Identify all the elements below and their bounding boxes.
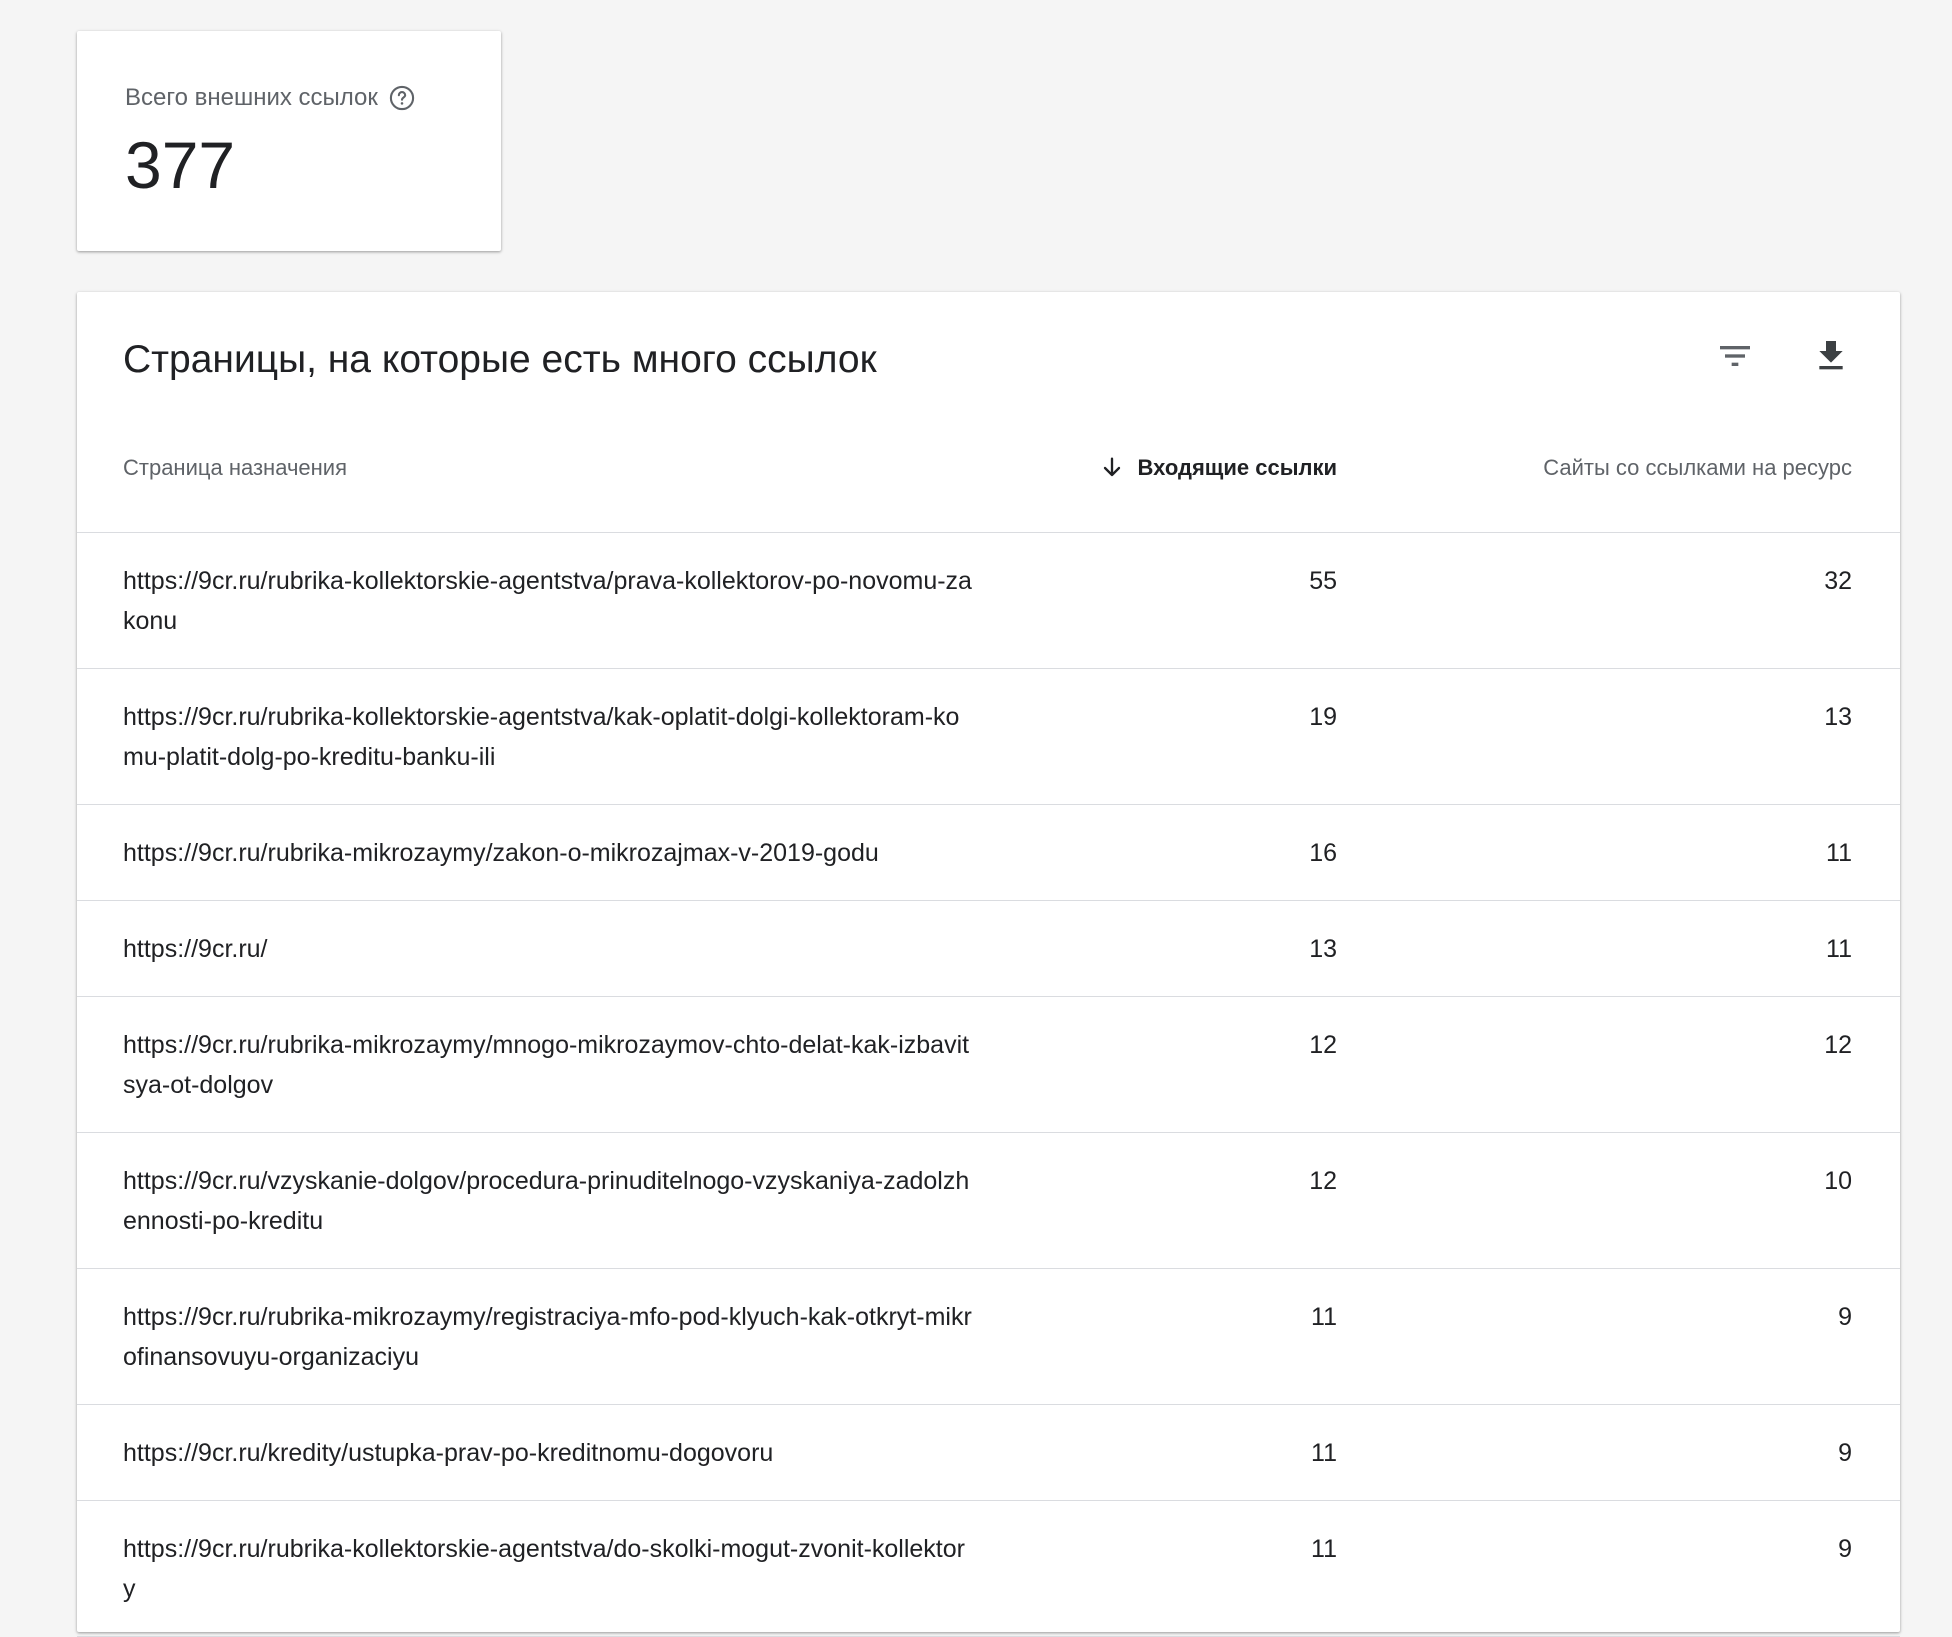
stat-label: Всего внешних ссылок	[125, 84, 378, 111]
row-linking-sites: 10	[1824, 1167, 1852, 1195]
table-row[interactable]: https://9cr.ru/ 13 11	[77, 901, 1900, 997]
row-url: https://9cr.ru/rubrika-mikrozaymy/regist…	[123, 1303, 972, 1371]
row-inbound-links: 55	[1309, 567, 1337, 595]
table-row[interactable]: https://9cr.ru/rubrika-kollektorskie-age…	[77, 1501, 1900, 1637]
table-row[interactable]: https://9cr.ru/rubrika-kollektorskie-age…	[77, 669, 1900, 805]
card-title: Страницы, на которые есть много ссылок	[123, 338, 877, 381]
row-linking-sites: 12	[1824, 1031, 1852, 1059]
row-url: https://9cr.ru/vzyskanie-dolgov/procedur…	[123, 1167, 970, 1235]
table-row[interactable]: https://9cr.ru/rubrika-mikrozaymy/zakon-…	[77, 805, 1900, 901]
row-url: https://9cr.ru/rubrika-kollektorskie-age…	[123, 567, 972, 635]
row-inbound-links: 19	[1309, 703, 1337, 731]
row-linking-sites: 32	[1824, 567, 1852, 595]
filter-icon	[1715, 336, 1755, 376]
row-inbound-links: 16	[1309, 839, 1337, 867]
column-header-inbound-links[interactable]: Входящие ссылки	[1098, 452, 1337, 484]
column-header-inbound-label: Входящие ссылки	[1137, 455, 1337, 480]
table-row[interactable]: https://9cr.ru/rubrika-mikrozaymy/regist…	[77, 1269, 1900, 1405]
row-linking-sites: 9	[1838, 1439, 1852, 1467]
row-url: https://9cr.ru/kredity/ustupka-prav-po-k…	[123, 1439, 774, 1467]
total-external-links-card: Всего внешних ссылок 377	[77, 31, 501, 251]
column-header-page[interactable]: Страница назначения	[123, 452, 347, 484]
help-icon[interactable]	[388, 84, 416, 112]
stat-label-row: Всего внешних ссылок	[125, 81, 501, 115]
row-url: https://9cr.ru/rubrika-mikrozaymy/zakon-…	[123, 839, 879, 867]
row-inbound-links: 11	[1311, 1439, 1337, 1467]
top-linked-pages-card: Страницы, на которые есть много ссылок С…	[77, 292, 1900, 1637]
row-inbound-links: 11	[1311, 1535, 1337, 1563]
stat-value: 377	[125, 128, 236, 202]
download-icon	[1811, 336, 1851, 376]
table-row[interactable]: https://9cr.ru/rubrika-kollektorskie-age…	[77, 533, 1900, 669]
table-row[interactable]: https://9cr.ru/rubrika-mikrozaymy/mnogo-…	[77, 997, 1900, 1133]
row-linking-sites: 11	[1826, 839, 1852, 867]
download-button[interactable]	[1803, 328, 1859, 384]
filter-button[interactable]	[1707, 328, 1763, 384]
row-linking-sites: 9	[1838, 1303, 1852, 1331]
table-row[interactable]: https://9cr.ru/vzyskanie-dolgov/procedur…	[77, 1133, 1900, 1269]
row-linking-sites: 9	[1838, 1535, 1852, 1563]
arrow-down-icon	[1098, 454, 1126, 482]
row-linking-sites: 11	[1826, 935, 1852, 963]
row-inbound-links: 12	[1309, 1167, 1337, 1195]
table-header: Страница назначения Входящие ссылки Сайт…	[77, 452, 1900, 492]
row-url: https://9cr.ru/rubrika-mikrozaymy/mnogo-…	[123, 1031, 970, 1099]
column-header-linking-sites[interactable]: Сайты со ссылками на ресурс	[1543, 452, 1852, 484]
row-url: https://9cr.ru/rubrika-kollektorskie-age…	[123, 703, 960, 771]
table-row[interactable]: https://9cr.ru/kredity/ustupka-prav-po-k…	[77, 1405, 1900, 1501]
row-inbound-links: 13	[1309, 935, 1337, 963]
table-body: https://9cr.ru/rubrika-kollektorskie-age…	[77, 532, 1900, 1637]
row-url: https://9cr.ru/rubrika-kollektorskie-age…	[123, 1535, 965, 1603]
row-inbound-links: 11	[1311, 1303, 1337, 1331]
row-url: https://9cr.ru/	[123, 935, 268, 963]
row-linking-sites: 13	[1824, 703, 1852, 731]
row-inbound-links: 12	[1309, 1031, 1337, 1059]
